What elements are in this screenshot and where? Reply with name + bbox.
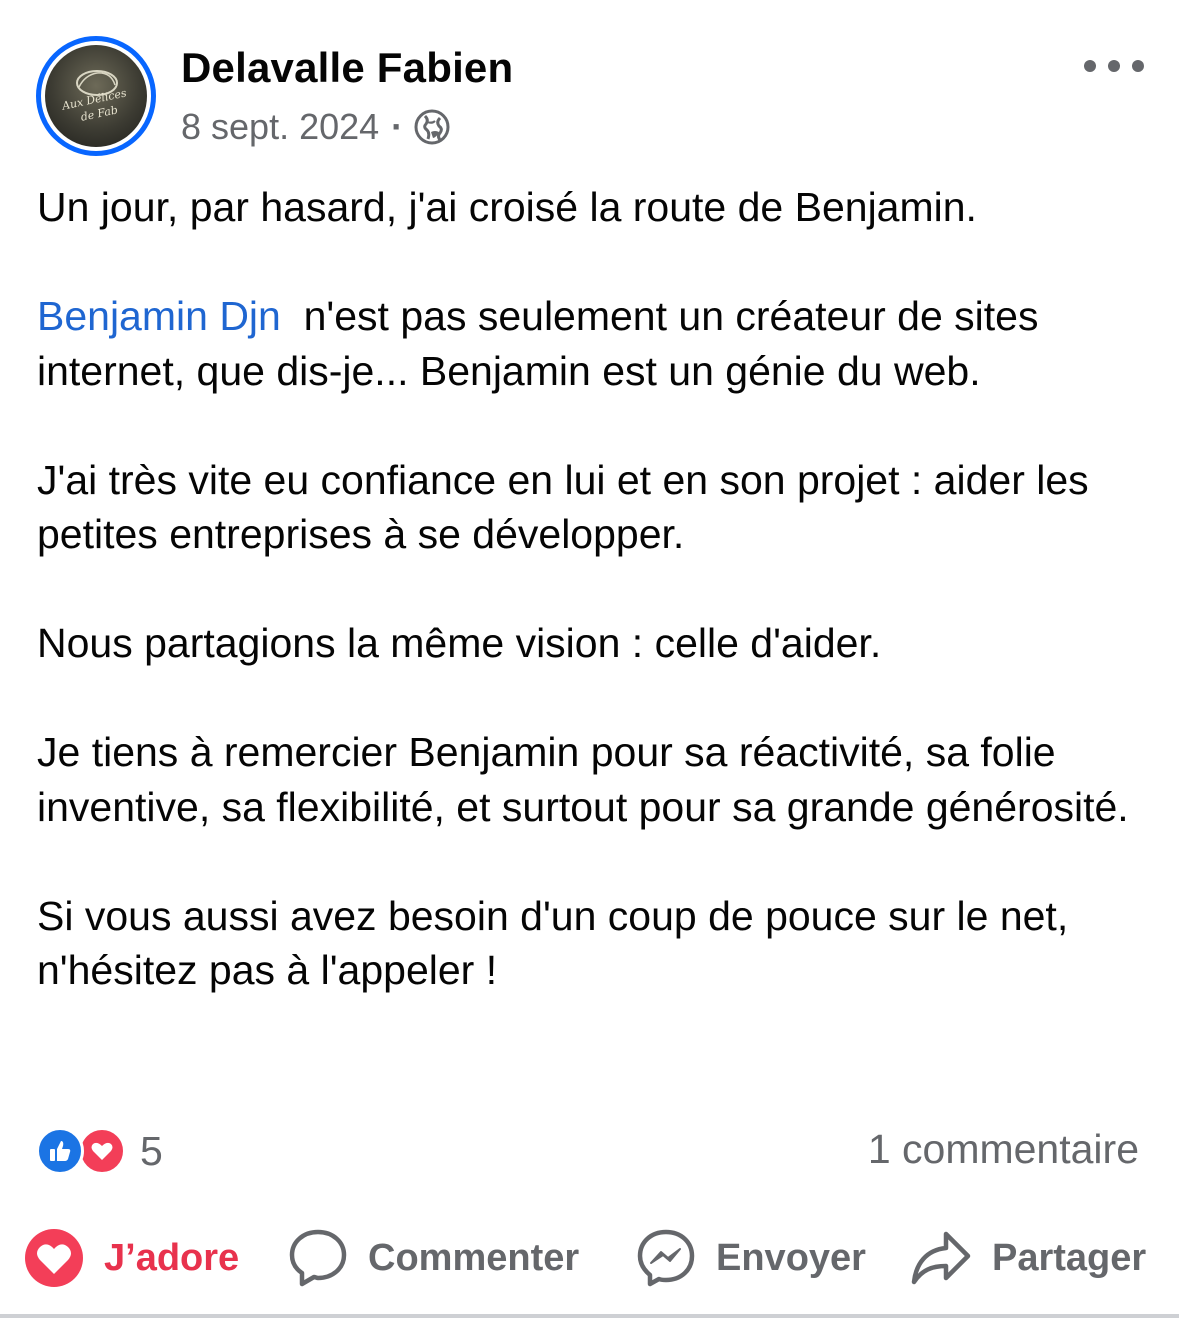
meta-separator: · bbox=[391, 106, 404, 147]
love-icon bbox=[78, 1127, 126, 1175]
author-avatar[interactable]: Aux Délices de Fab bbox=[36, 36, 156, 156]
love-label: J’adore bbox=[104, 1236, 240, 1279]
mention-link[interactable]: Benjamin Djn bbox=[37, 293, 281, 339]
facebook-post: Aux Délices de Fab Delavalle Fabien 8 se… bbox=[0, 0, 1179, 1318]
post-paragraph: Benjamin Djn n'est pas seulement un créa… bbox=[37, 289, 1147, 398]
post-date[interactable]: 8 sept. 2024 bbox=[181, 106, 379, 148]
globe-icon[interactable] bbox=[413, 108, 451, 146]
send-button[interactable]: Envoyer bbox=[636, 1222, 866, 1294]
messenger-icon bbox=[636, 1228, 696, 1288]
post-paragraph: Je tiens à remercier Benjamin pour sa ré… bbox=[37, 729, 1129, 830]
love-icon bbox=[24, 1228, 84, 1288]
share-button[interactable]: Partager bbox=[910, 1222, 1146, 1294]
post-body: Un jour, par hasard, j'ai croisé la rout… bbox=[37, 180, 1147, 998]
post-paragraph: J'ai très vite eu confiance en lui et en… bbox=[37, 456, 1089, 558]
author-name[interactable]: Delavalle Fabien bbox=[181, 44, 513, 92]
send-label: Envoyer bbox=[716, 1236, 866, 1279]
like-icon bbox=[36, 1127, 84, 1175]
more-horizontal-icon[interactable] bbox=[1084, 44, 1144, 88]
post-meta: 8 sept. 2024 · bbox=[181, 106, 451, 148]
post-paragraph: Un jour, par hasard, j'ai croisé la rout… bbox=[37, 184, 977, 230]
post-paragraph: Nous partagions la même vision : celle d… bbox=[37, 620, 882, 666]
comments-count-link[interactable]: 1 commentaire bbox=[868, 1126, 1139, 1173]
comment-label: Commenter bbox=[368, 1236, 580, 1279]
post-paragraph: Si vous aussi avez besoin d'un coup de p… bbox=[37, 892, 1069, 994]
reactions-summary[interactable]: 5 bbox=[36, 1126, 163, 1176]
divider bbox=[0, 1314, 1179, 1318]
love-reaction-button[interactable]: J’adore bbox=[24, 1222, 239, 1294]
reaction-count: 5 bbox=[140, 1127, 163, 1174]
action-bar: J’adore Commenter Envoyer Partager bbox=[0, 1222, 1179, 1294]
avatar-logo: Aux Délices de Fab bbox=[45, 45, 147, 147]
share-label: Partager bbox=[992, 1236, 1147, 1279]
comment-button[interactable]: Commenter bbox=[288, 1222, 579, 1294]
comment-icon bbox=[288, 1228, 348, 1288]
share-icon bbox=[910, 1228, 972, 1288]
